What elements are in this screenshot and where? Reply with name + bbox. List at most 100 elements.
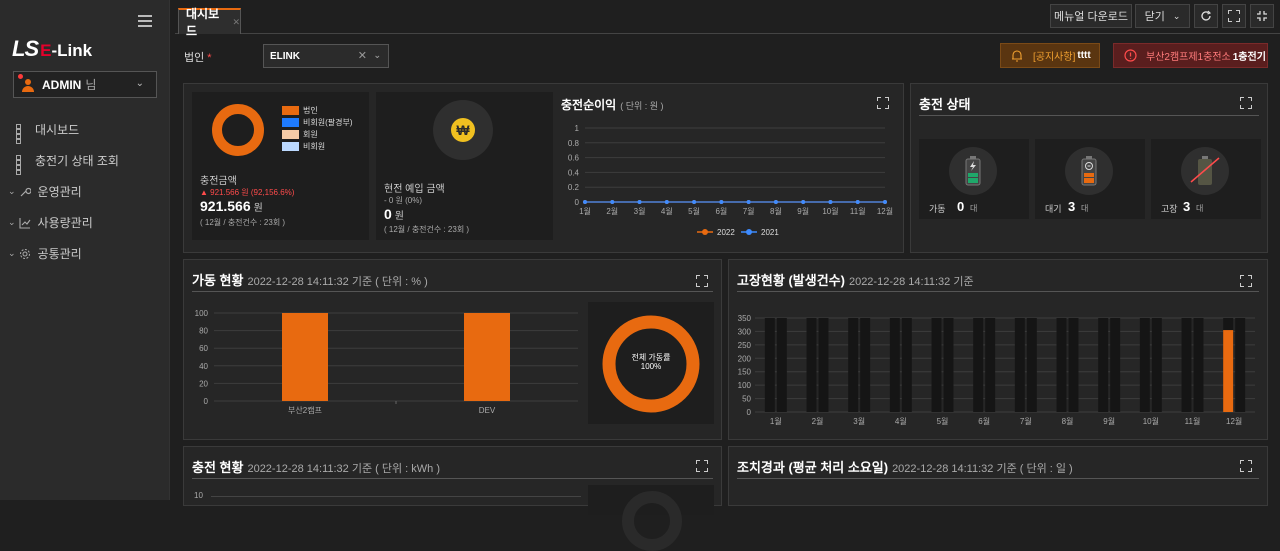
expand-icon[interactable] [696, 460, 708, 472]
sidebar-item-common[interactable]: ⌄ 공통관리 [0, 238, 170, 269]
bar [464, 313, 510, 401]
repair-title: 조치경과 (평균 처리 소요일) 2022-12-28 14:11:32 기준 (… [737, 460, 1073, 475]
x-tick-label: 6월 [978, 416, 990, 426]
data-point [664, 200, 669, 204]
expand-icon[interactable] [877, 97, 889, 109]
sidebar-menu: 대시보드 충전기 상태 조회 ⌄ 운영관리 ⌄ 사용량관리 ⌄ 공통관리 [0, 114, 170, 269]
bar-background [1098, 318, 1109, 412]
sidebar-item-operations[interactable]: ⌄ 운영관리 [0, 176, 170, 207]
operation-title: 가동 현황 2022-12-28 14:11:32 기준 ( 단위 : % ) [192, 273, 428, 288]
wrench-icon [20, 187, 31, 196]
sidebar-item-charger-status[interactable]: 충전기 상태 조회 [0, 145, 170, 176]
error-text: 부산2캠프제1충전소 [1146, 52, 1231, 63]
operation-panel: 가동 현황 2022-12-28 14:11:32 기준 ( 단위 : % ) 0… [183, 259, 722, 440]
y-tick: 10 [194, 491, 203, 500]
grid-icon [16, 123, 28, 144]
close-icon[interactable]: ✕ [232, 17, 240, 28]
chevron-down-icon: ⌄ [8, 186, 16, 196]
status-card-standby[interactable]: 대기 3 대 [1035, 139, 1145, 219]
user-suffix: 님 [85, 78, 97, 92]
sidebar-item-label: 대시보드 [35, 123, 80, 137]
error-text-strong: 1충전기 [1232, 52, 1266, 63]
error-banner[interactable]: 부산2캠프제1충전소 1충전기 [1113, 43, 1268, 68]
corp-select-value: ELINK [270, 50, 300, 62]
bar-background [1181, 318, 1192, 412]
notice-text: tttt [1077, 50, 1091, 61]
close-label: 닫기 [1144, 11, 1165, 23]
bar-background [1014, 318, 1025, 412]
status-card-running[interactable]: 가동 0 대 [919, 139, 1029, 219]
legend-label: 2022 [717, 228, 735, 237]
user-icon [22, 78, 34, 92]
expand-icon[interactable] [1240, 275, 1252, 287]
expand-icon[interactable] [1240, 460, 1252, 472]
y-tick-label: 50 [742, 395, 751, 404]
divider [192, 478, 713, 479]
profit-line-chart: 00.20.40.60.811월 2월 3월 4월 5월 6월 7월 8월 9월 10월 11월 12… [568, 124, 893, 237]
corp-select[interactable]: ELINK ✕ ⌄ [263, 44, 389, 68]
legend-item: 법인 [282, 105, 318, 116]
grid-icon [16, 154, 28, 175]
fullscreen-button[interactable] [1222, 4, 1246, 28]
amount-value: 921.566 원 [200, 198, 263, 214]
bar-background [1139, 318, 1150, 412]
bar-background [806, 318, 817, 412]
legend-marker [746, 229, 752, 235]
y-tick-label: 0.8 [568, 139, 580, 148]
bar-background [1193, 318, 1204, 412]
tab-dashboard[interactable]: 대시보드 ✕ [178, 7, 241, 38]
fit-screen-button[interactable] [1250, 4, 1274, 28]
x-tick-label: 9월 [797, 206, 809, 216]
charging-donut [622, 491, 682, 551]
expand-icon[interactable] [1240, 97, 1252, 109]
bar-background [889, 318, 900, 412]
divider [919, 115, 1259, 116]
bar [282, 313, 328, 401]
data-point [801, 200, 806, 204]
y-tick-label: 20 [199, 379, 208, 388]
y-tick-label: 0.4 [568, 168, 580, 177]
logo-elink: E-Link [40, 41, 93, 60]
brand-logo[interactable]: LS E-Link [12, 36, 93, 61]
user-name: ADMIN [42, 77, 82, 92]
legend-item: 비회원(팔경부) [282, 117, 353, 128]
data-point [828, 200, 833, 204]
amount-foot: ( 12월 / 충전건수 : 23회 ) [200, 218, 286, 227]
bar-background [931, 318, 942, 412]
battery-charging-icon [965, 156, 981, 186]
x-tick-label: 11월 [850, 206, 866, 216]
tab-label: 대시보드 [186, 7, 220, 38]
bar-background [848, 318, 859, 412]
status-unit: 대 [1196, 204, 1204, 213]
sidebar-item-label: 공통관리 [37, 247, 82, 261]
bar-background [764, 318, 775, 412]
x-tick-label: 3월 [853, 416, 865, 426]
sidebar-item-usage[interactable]: ⌄ 사용량관리 [0, 207, 170, 238]
corp-filter-label: 법인 * [184, 52, 212, 64]
bar-background [1068, 318, 1079, 412]
bar-background [818, 318, 829, 412]
y-tick-label: 40 [199, 362, 208, 371]
charge-status-title: 충전 상태 [919, 97, 971, 112]
chevron-down-icon: ⌄ [373, 50, 381, 60]
x-tick-label: 3월 [634, 206, 646, 216]
chevron-down-icon: ⌄ [1172, 10, 1181, 21]
deposit-value: 0원 [384, 206, 404, 222]
sidebar-item-dashboard[interactable]: 대시보드 [0, 114, 170, 145]
manual-download-button[interactable]: 메뉴얼 다운로드 [1050, 4, 1132, 28]
y-tick-label: 60 [199, 344, 208, 353]
user-menu[interactable]: ADMIN 님 ⌄ [13, 71, 157, 98]
status-card-fault[interactable]: 고장 3 대 [1151, 139, 1261, 219]
battery-fault-icon [1190, 156, 1220, 185]
divider [737, 291, 1259, 292]
hamburger-menu-icon[interactable] [138, 15, 152, 27]
close-dropdown-button[interactable]: 닫기 ⌄ [1135, 4, 1190, 28]
notice-banner[interactable]: [공지사항] tttt [1000, 43, 1100, 68]
expand-icon[interactable] [696, 275, 708, 287]
clear-icon[interactable]: ✕ [358, 49, 367, 62]
profit-title: 충전순이익( 단위 : 원 ) [561, 98, 664, 112]
x-tick-label: 7월 [743, 206, 755, 216]
x-tick-label: 부산2캠프 [288, 405, 322, 415]
refresh-button[interactable] [1194, 4, 1218, 28]
gear-icon [19, 248, 30, 259]
